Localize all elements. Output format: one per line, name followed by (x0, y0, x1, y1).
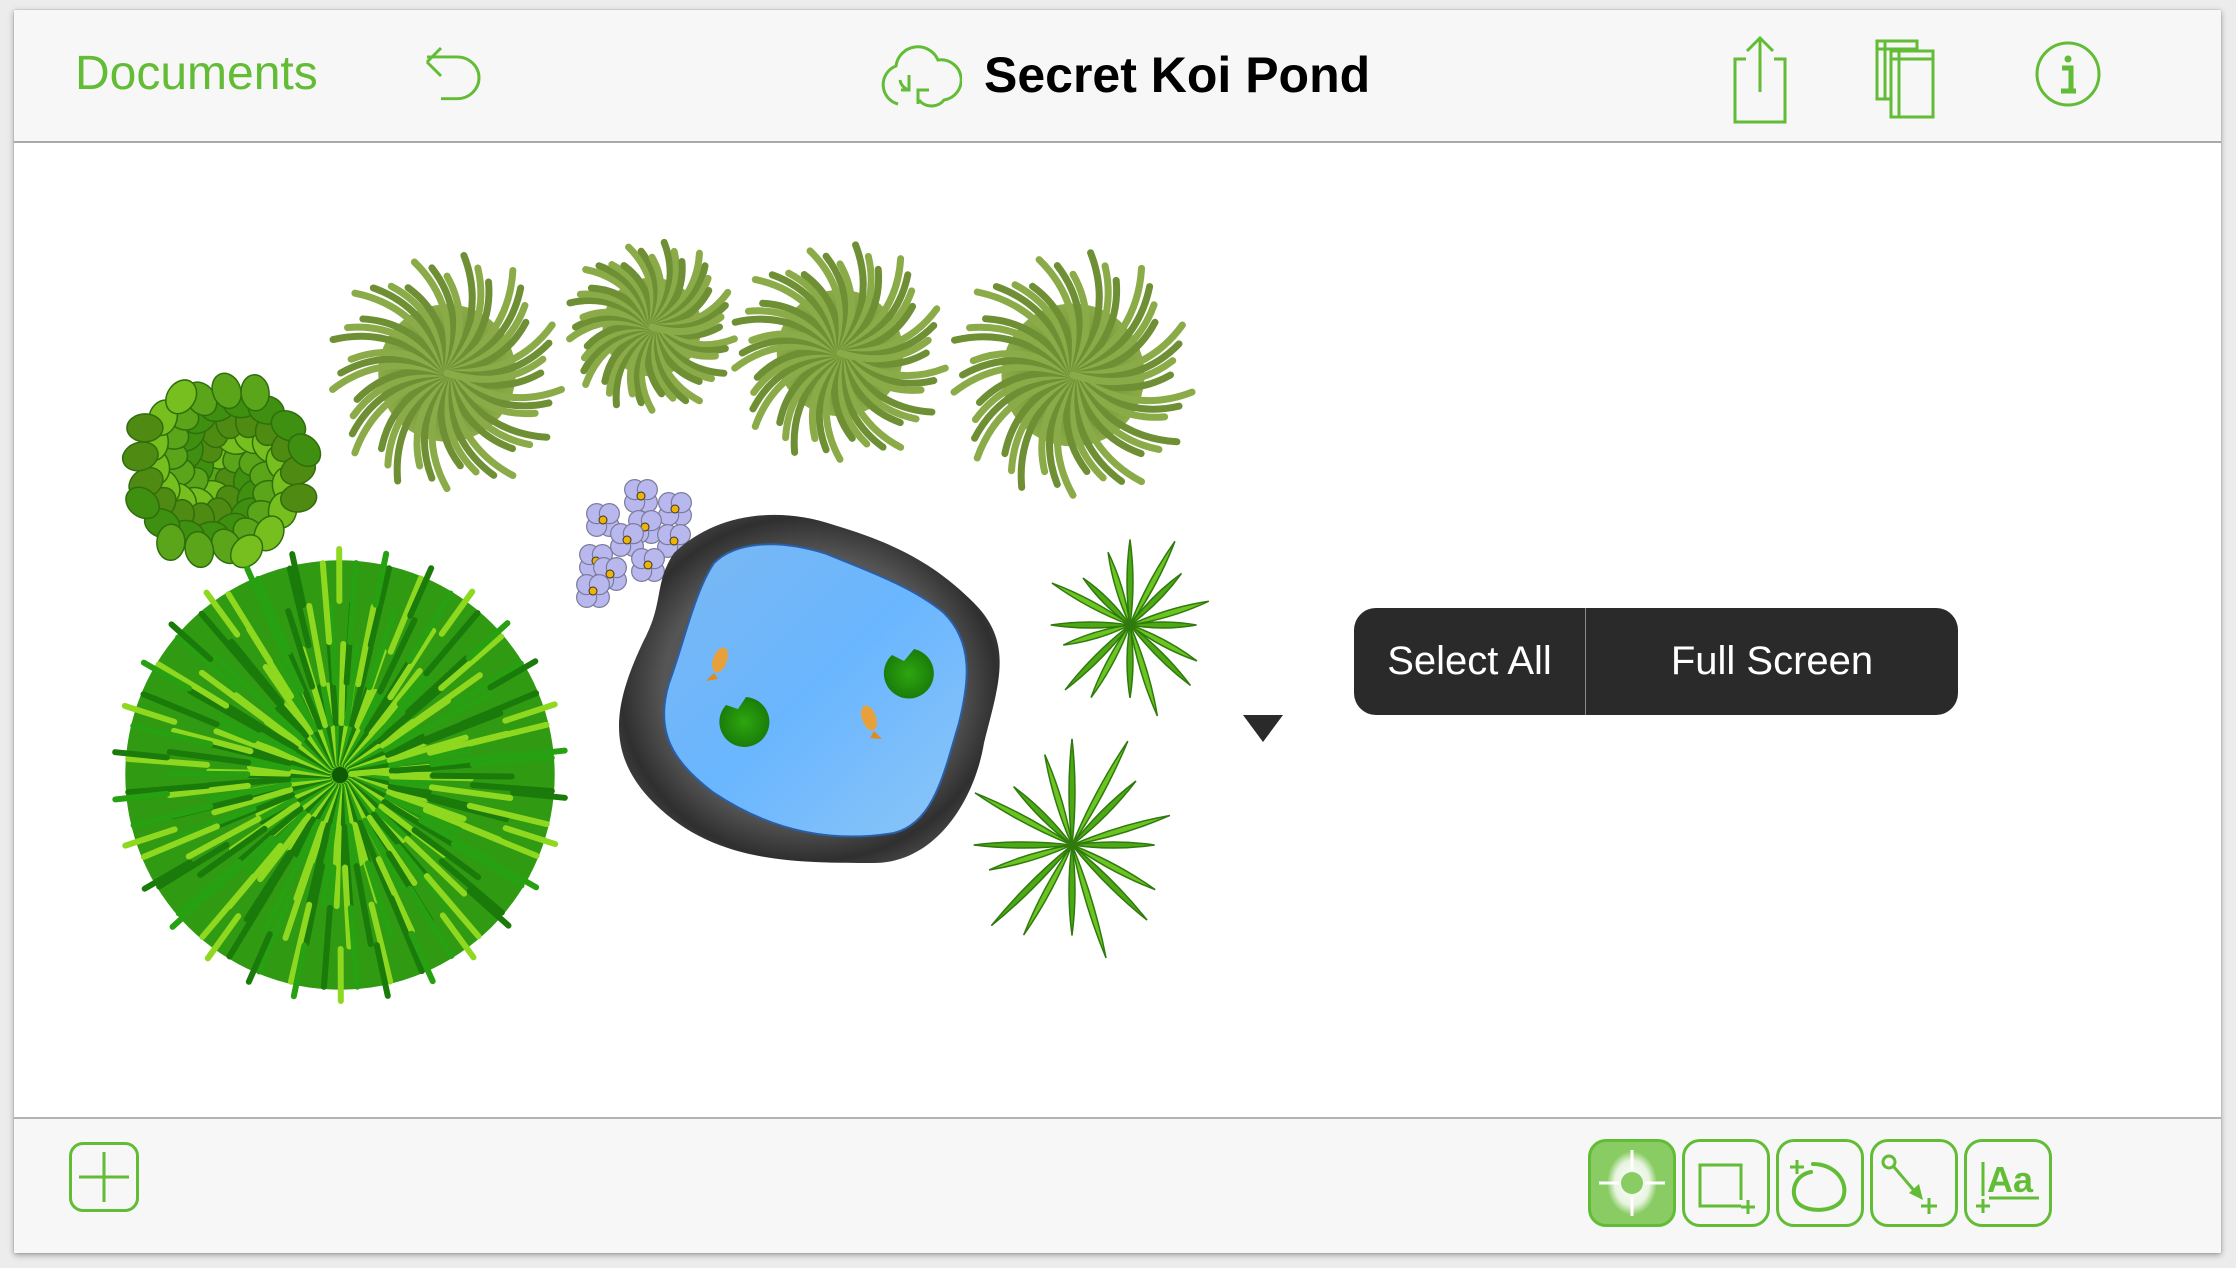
context-menu: Select All Full Screen (1354, 608, 1958, 715)
connection-line-icon (1881, 1154, 1937, 1214)
ornamental-grass-1[interactable] (329, 251, 565, 493)
shape-tool-button[interactable] (1682, 1139, 1770, 1227)
freehand-tool-button[interactable] (1776, 1139, 1864, 1227)
context-menu-arrow (1243, 715, 1283, 742)
flower (576, 574, 610, 608)
spiky-leaf (1126, 624, 1134, 698)
info-icon (2035, 41, 2101, 107)
select-all-menu-item[interactable]: Select All (1354, 608, 1585, 715)
document-title: Secret Koi Pond (984, 47, 1371, 103)
ornamental-grass-2[interactable] (566, 238, 738, 414)
round-spiky-bush[interactable] (112, 546, 568, 1004)
canvases-button[interactable] (1874, 38, 1936, 120)
document-title-area: Secret Koi Pond (874, 40, 1370, 110)
bush-leaf (333, 823, 342, 910)
shrub-leaf (126, 413, 164, 443)
add-icon (79, 1152, 129, 1202)
bush-leaf (165, 770, 251, 778)
spiky-leaf (1126, 539, 1134, 626)
spiky-plant-1[interactable] (1050, 539, 1210, 717)
lily-pad (883, 649, 934, 699)
bush-leaf (338, 640, 347, 727)
spiky-leaf (1068, 738, 1076, 846)
full-screen-menu-item[interactable]: Full Screen (1586, 608, 1958, 715)
documents-back-button[interactable]: Documents (75, 50, 318, 98)
add-button[interactable] (69, 1142, 139, 1212)
spiky-leaf (973, 841, 1073, 849)
koi-pond[interactable] (619, 514, 1000, 863)
selection-tool-button[interactable] (1588, 1139, 1676, 1227)
undo-button[interactable] (419, 40, 489, 110)
flower (624, 479, 658, 513)
cloud-sync-icon[interactable] (874, 40, 962, 110)
spiky-plant-2[interactable] (973, 738, 1171, 959)
navigation-bar: Documents Secret Koi Pond (14, 10, 2221, 143)
bottom-toolbar: Aa (14, 1117, 2221, 1253)
spiky-leaf (1050, 621, 1131, 629)
line-tool-button[interactable] (1870, 1139, 1958, 1227)
drawing-canvas[interactable]: Select All Full Screen (14, 143, 2221, 1119)
app-window: Documents Secret Koi Pond Select All Ful… (14, 10, 2221, 1253)
ornamental-grass-3[interactable] (731, 241, 949, 463)
flower (631, 548, 665, 582)
bush-leaf (429, 772, 515, 780)
flower (658, 492, 692, 526)
ornamental-grass-4[interactable] (950, 249, 1196, 499)
text-tool-icon: Aa (1976, 1159, 2039, 1213)
share-button[interactable] (1732, 32, 1788, 124)
leafy-shrub[interactable] (119, 369, 327, 574)
text-tool-glyph: Aa (1987, 1159, 2034, 1200)
selection-target-icon (1599, 1150, 1665, 1216)
share-icon (1733, 35, 1787, 124)
rectangle-shape-icon (1698, 1163, 1755, 1214)
info-button[interactable] (2034, 40, 2102, 108)
lasso-freehand-icon (1790, 1160, 1847, 1212)
spiky-leaf (1068, 844, 1076, 936)
text-tool-button[interactable]: Aa (1964, 1139, 2052, 1227)
canvases-icon (1875, 39, 1935, 119)
undo-arrow-icon (425, 46, 481, 101)
